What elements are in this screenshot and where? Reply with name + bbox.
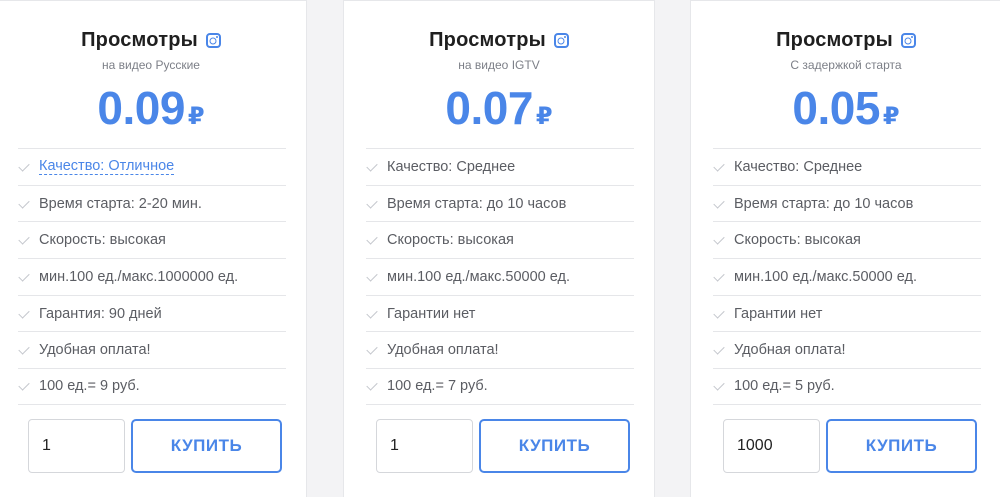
- feature-item: Скорость: высокая: [713, 221, 981, 258]
- feature-text: Удобная оплата!: [39, 342, 151, 359]
- feature-item: Время старта: до 10 часов: [366, 184, 634, 222]
- buy-button[interactable]: КУПИТЬ: [479, 419, 630, 473]
- feature-list: Качество: Отличное Время старта: 2-20 ми…: [18, 148, 286, 405]
- feature-item: Время старта: 2-20 мин.: [18, 184, 286, 222]
- check-icon: [713, 344, 725, 356]
- check-icon: [713, 271, 725, 283]
- feature-text: Гарантия: 90 дней: [39, 305, 162, 322]
- quality-link[interactable]: Качество: Отличное: [39, 158, 175, 175]
- card-title: Просмотры: [776, 29, 893, 51]
- card-header: Просмотры: [344, 29, 654, 52]
- feature-item: Удобная оплата!: [713, 331, 981, 368]
- feature-item: 100 ед.= 9 руб.: [18, 368, 286, 405]
- feature-item: Качество: Среднее: [366, 148, 634, 185]
- feature-list: Качество: Среднее Время старта: до 10 ча…: [366, 148, 634, 405]
- feature-item: Гарантии нет: [713, 294, 981, 332]
- pricing-card: Просмотры С задержкой старта 0.05 ₽ Каче…: [690, 0, 1000, 497]
- check-icon: [18, 271, 30, 283]
- feature-text: мин.100 ед./макс.50000 ед.: [734, 268, 917, 285]
- pricing-card: Просмотры на видео Русские 0.09 ₽ Качест…: [0, 0, 307, 497]
- check-icon: [18, 308, 30, 320]
- card-header: Просмотры: [0, 29, 306, 52]
- feature-text: Качество: Среднее: [387, 158, 516, 175]
- quantity-input[interactable]: [376, 419, 473, 473]
- feature-item: Удобная оплата!: [18, 331, 286, 368]
- check-icon: [713, 198, 725, 210]
- card-title: Просмотры: [429, 29, 546, 51]
- feature-item: 100 ед.= 7 руб.: [366, 368, 634, 405]
- feature-text: 100 ед.= 7 руб.: [387, 378, 488, 395]
- feature-item[interactable]: Качество: Отличное: [18, 148, 286, 185]
- card-title: Просмотры: [81, 29, 198, 51]
- ruble-sign: ₽: [882, 103, 900, 130]
- feature-item: 100 ед.= 5 руб.: [713, 368, 981, 405]
- check-icon: [713, 308, 725, 320]
- feature-text: Качество: Среднее: [734, 158, 863, 175]
- price-value: 0.09: [97, 82, 185, 134]
- feature-text: Скорость: высокая: [387, 232, 514, 249]
- feature-text: 100 ед.= 9 руб.: [39, 378, 140, 395]
- ruble-sign: ₽: [187, 103, 205, 130]
- card-header: Просмотры: [691, 29, 1000, 52]
- feature-item: Удобная оплата!: [366, 331, 634, 368]
- buy-button[interactable]: КУПИТЬ: [131, 419, 282, 473]
- check-icon: [18, 344, 30, 356]
- check-icon: [713, 234, 725, 246]
- feature-text: Удобная оплата!: [734, 342, 846, 359]
- feature-text: Скорость: высокая: [39, 232, 166, 249]
- feature-text: Гарантии нет: [387, 305, 476, 322]
- feature-text: Удобная оплата!: [387, 342, 499, 359]
- feature-text: мин.100 ед./макс.50000 ед.: [387, 268, 570, 285]
- check-icon: [366, 198, 378, 210]
- check-icon: [366, 344, 378, 356]
- price: 0.09 ₽: [0, 81, 306, 135]
- feature-text: Время старта: 2-20 мин.: [39, 195, 202, 212]
- feature-item: Гарантии нет: [366, 294, 634, 332]
- check-icon: [366, 308, 378, 320]
- feature-text: Скорость: высокая: [734, 232, 861, 249]
- check-icon: [366, 380, 378, 392]
- feature-text: Время старта: до 10 часов: [734, 195, 914, 212]
- feature-text: мин.100 ед./макс.1000000 ед.: [39, 268, 239, 285]
- feature-text: 100 ед.= 5 руб.: [734, 378, 835, 395]
- feature-item: Гарантия: 90 дней: [18, 294, 286, 332]
- pricing-card: Просмотры на видео IGTV 0.07 ₽ Качество:…: [343, 0, 655, 497]
- feature-item: мин.100 ед./макс.50000 ед.: [713, 258, 981, 295]
- check-icon: [713, 380, 725, 392]
- instagram-icon: [205, 33, 221, 48]
- quantity-input[interactable]: [28, 419, 125, 473]
- price: 0.07 ₽: [344, 81, 654, 135]
- feature-text: Время старта: до 10 часов: [387, 195, 567, 212]
- feature-item: Качество: Среднее: [713, 148, 981, 185]
- instagram-icon: [900, 33, 916, 48]
- feature-item: Скорость: высокая: [366, 221, 634, 258]
- check-icon: [366, 161, 378, 173]
- price: 0.05 ₽: [691, 81, 1000, 135]
- instagram-icon: [553, 33, 569, 48]
- price-value: 0.07: [445, 82, 533, 134]
- feature-item: Время старта: до 10 часов: [713, 184, 981, 222]
- feature-item: мин.100 ед./макс.50000 ед.: [366, 258, 634, 295]
- price-value: 0.05: [792, 82, 880, 134]
- card-subtitle: на видео Русские: [102, 58, 200, 72]
- feature-text: Гарантии нет: [734, 305, 823, 322]
- feature-item: Скорость: высокая: [18, 221, 286, 258]
- ruble-sign: ₽: [535, 103, 553, 130]
- buy-button[interactable]: КУПИТЬ: [826, 419, 977, 473]
- feature-item: мин.100 ед./макс.1000000 ед.: [18, 258, 286, 295]
- feature-list: Качество: Среднее Время старта: до 10 ча…: [713, 148, 981, 405]
- check-icon: [366, 271, 378, 283]
- check-icon: [18, 198, 30, 210]
- check-icon: [18, 380, 30, 392]
- check-icon: [366, 234, 378, 246]
- check-icon: [713, 161, 725, 173]
- quantity-input[interactable]: [723, 419, 820, 473]
- check-icon: [18, 234, 30, 246]
- card-subtitle: С задержкой старта: [790, 58, 902, 72]
- check-icon: [18, 161, 30, 173]
- card-subtitle: на видео IGTV: [458, 58, 540, 72]
